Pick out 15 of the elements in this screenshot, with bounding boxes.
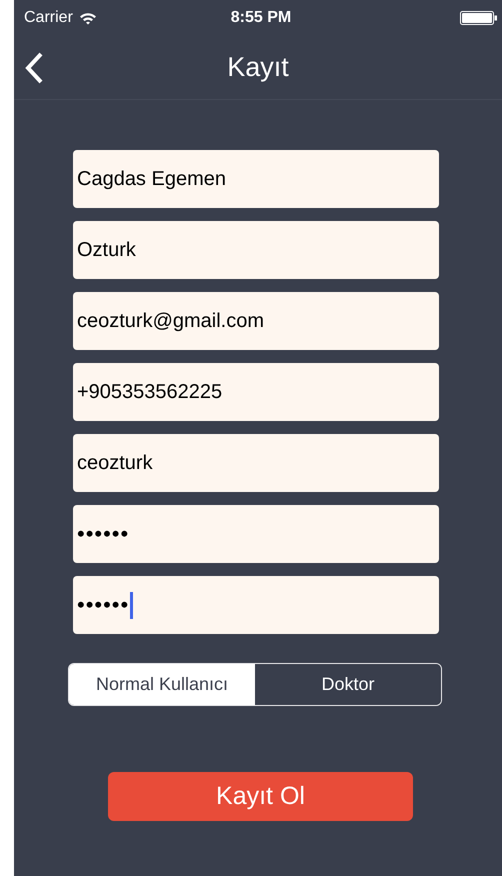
text-field[interactable]: Ozturk	[73, 221, 439, 279]
text-field[interactable]: ceozturk	[73, 434, 439, 492]
carrier-name: Carrier	[24, 9, 73, 27]
register-button[interactable]: Kayıt Ol	[108, 772, 413, 821]
segment-option[interactable]: Normal Kullanıcı	[69, 664, 255, 705]
password-field[interactable]: ••••••	[73, 576, 439, 634]
chevron-icon	[24, 52, 44, 84]
text-field[interactable]: +905353562225	[73, 363, 439, 421]
status-time: 8:55 PM	[230, 9, 292, 27]
password-field[interactable]: ••••••	[73, 505, 439, 563]
text-field[interactable]: ceozturk@gmail.com	[73, 292, 439, 350]
text-field[interactable]: Cagdas Egemen	[73, 150, 439, 208]
wifi-icon	[78, 12, 97, 24]
battery-icon	[460, 11, 498, 25]
screen-title: Kayıt	[226, 52, 290, 83]
